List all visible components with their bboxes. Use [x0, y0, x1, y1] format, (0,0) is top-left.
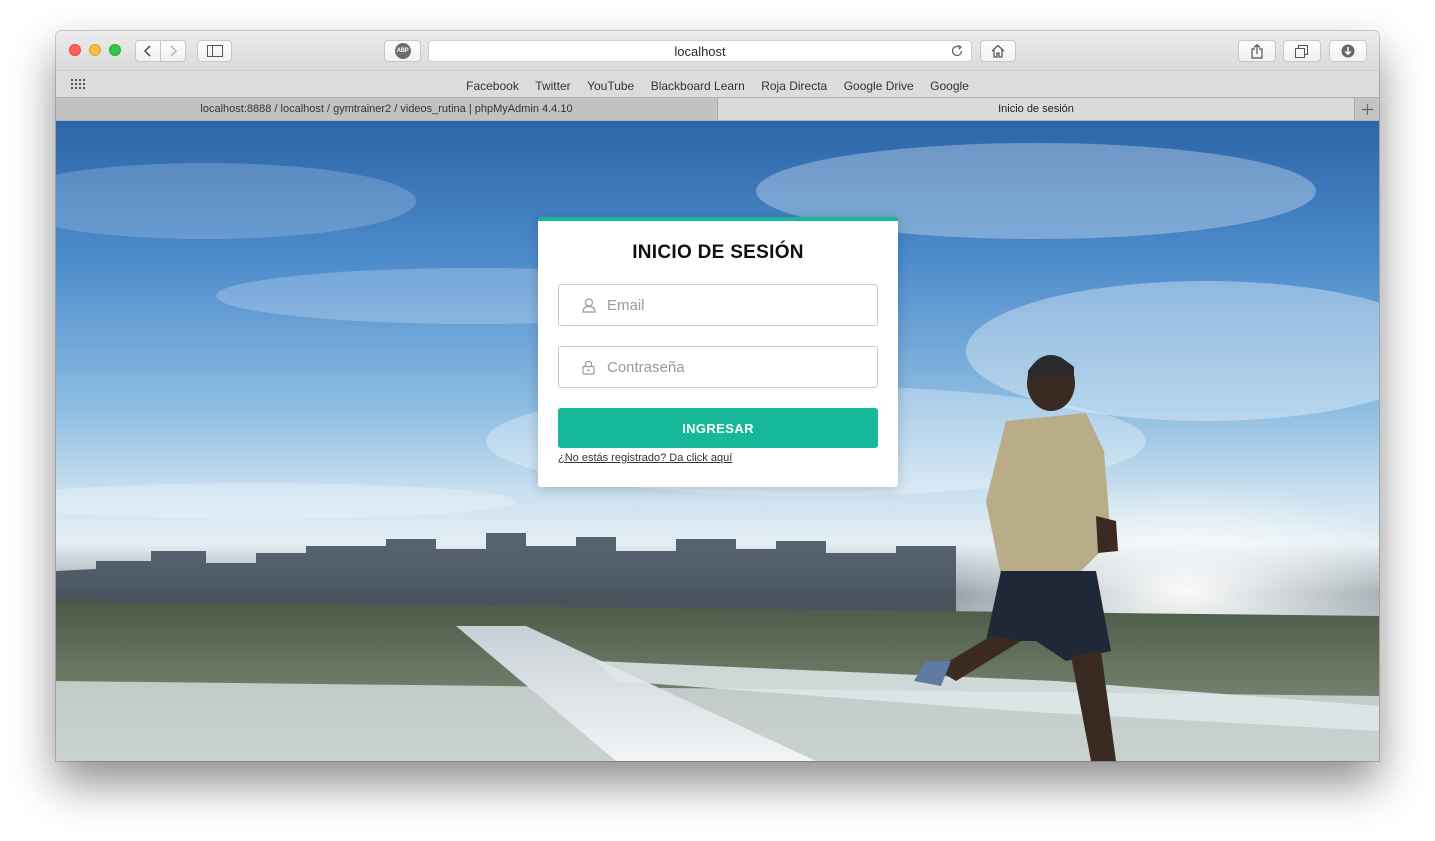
- bookmark-twitter[interactable]: Twitter: [535, 79, 570, 93]
- login-card: INICIO DE SESIÓN INGRESAR ¿No estás regi…: [538, 217, 898, 487]
- email-input[interactable]: [607, 285, 867, 325]
- browser-toolbar: ABP localhost: [56, 31, 1379, 70]
- forward-button[interactable]: [160, 40, 186, 62]
- new-tab-button[interactable]: [1355, 98, 1379, 120]
- zoom-window-button[interactable]: [109, 44, 121, 56]
- home-icon: [991, 44, 1005, 58]
- downloads-button[interactable]: [1329, 40, 1367, 62]
- bookmark-google[interactable]: Google: [930, 79, 969, 93]
- sidebar-icon: [206, 45, 223, 57]
- page-content: INICIO DE SESIÓN INGRESAR ¿No estás regi…: [56, 121, 1379, 761]
- back-icon: [143, 45, 151, 57]
- bookmark-youtube[interactable]: YouTube: [587, 79, 634, 93]
- adblock-button[interactable]: ABP: [384, 40, 421, 62]
- abp-icon: ABP: [394, 43, 411, 59]
- home-button[interactable]: [980, 40, 1016, 62]
- minimize-window-button[interactable]: [89, 44, 101, 56]
- login-submit-button[interactable]: INGRESAR: [558, 408, 878, 448]
- share-button[interactable]: [1238, 40, 1276, 62]
- show-tabs-button[interactable]: [1283, 40, 1321, 62]
- bookmark-blackboard[interactable]: Blackboard Learn: [651, 79, 745, 93]
- bookmark-google-drive[interactable]: Google Drive: [844, 79, 914, 93]
- close-window-button[interactable]: [69, 44, 81, 56]
- bookmark-roja-directa[interactable]: Roja Directa: [761, 79, 827, 93]
- login-title: INICIO DE SESIÓN: [632, 242, 804, 263]
- reload-icon[interactable]: [950, 44, 964, 58]
- address-bar[interactable]: localhost: [428, 40, 972, 62]
- sidebar-button[interactable]: [197, 40, 232, 62]
- password-input[interactable]: [607, 347, 867, 387]
- share-icon: [1251, 43, 1263, 59]
- password-field[interactable]: [558, 346, 878, 388]
- tabs-icon: [1295, 44, 1308, 58]
- bookmark-facebook[interactable]: Facebook: [466, 79, 519, 93]
- email-field[interactable]: [558, 284, 878, 326]
- download-icon: [1341, 44, 1355, 58]
- plus-icon: [1361, 103, 1373, 115]
- forward-icon: [170, 45, 178, 57]
- tab-phpmyadmin[interactable]: localhost:8888 / localhost / gymtrainer2…: [56, 98, 717, 120]
- tab-login[interactable]: Inicio de sesión: [717, 98, 1355, 120]
- lock-icon: [582, 360, 595, 375]
- bookmarks-bar: Facebook Twitter YouTube Blackboard Lear…: [56, 70, 1379, 97]
- back-button[interactable]: [135, 40, 161, 62]
- user-icon: [582, 298, 596, 313]
- tab-bar: localhost:8888 / localhost / gymtrainer2…: [56, 97, 1379, 121]
- bookmark-list: Facebook Twitter YouTube Blackboard Lear…: [56, 77, 1379, 95]
- address-text: localhost: [674, 44, 726, 59]
- register-link[interactable]: ¿No estás registrado? Da click aquí: [558, 452, 732, 464]
- browser-window: ABP localhost Facebook Twitter YouTube B…: [56, 31, 1379, 761]
